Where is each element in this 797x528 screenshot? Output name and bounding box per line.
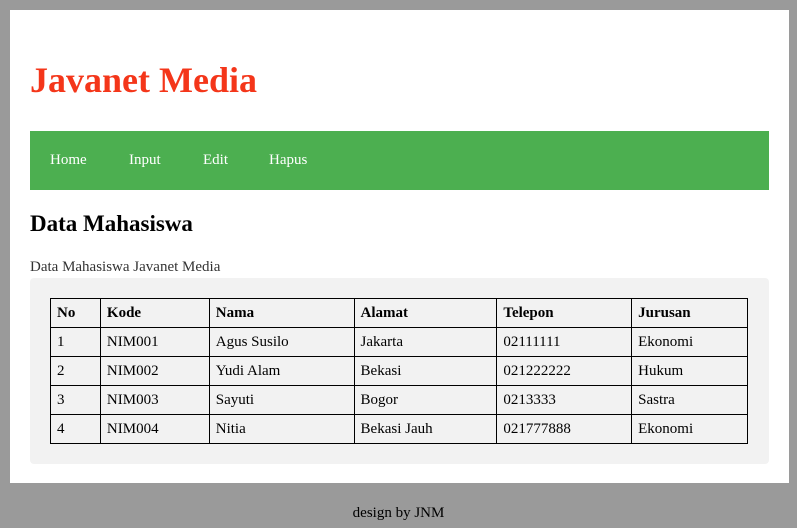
nav-edit-link[interactable]: Edit — [203, 131, 228, 190]
column-header-no: No — [50, 298, 101, 328]
cell-alamat: Bekasi — [353, 356, 498, 386]
cell-alamat: Bogor — [353, 385, 498, 415]
cell-telepon: 021777888 — [496, 414, 633, 444]
cell-telepon: 02111111 — [496, 327, 633, 357]
nav-home-link[interactable]: Home — [50, 131, 87, 190]
student-table: No Kode Nama Alamat Telepon Jurusan 1 NI… — [50, 298, 748, 444]
cell-alamat: Bekasi Jauh — [353, 414, 498, 444]
cell-nama: Sayuti — [208, 385, 355, 415]
table-row: 1 NIM001 Agus Susilo Jakarta 02111111 Ek… — [50, 327, 748, 357]
cell-kode: NIM001 — [99, 327, 210, 357]
cell-jurusan: Ekonomi — [631, 327, 748, 357]
column-header-telepon: Telepon — [496, 298, 633, 328]
cell-no: 2 — [50, 356, 101, 386]
column-header-nama: Nama — [208, 298, 355, 328]
site-title: Javanet Media — [30, 60, 257, 100]
page-container: Javanet Media Home Input Edit Hapus Data… — [10, 10, 789, 483]
table-panel: No Kode Nama Alamat Telepon Jurusan 1 NI… — [30, 278, 769, 464]
table-header-row: No Kode Nama Alamat Telepon Jurusan — [50, 298, 748, 328]
nav-hapus-link[interactable]: Hapus — [269, 131, 307, 190]
cell-nama: Yudi Alam — [208, 356, 355, 386]
navbar: Home Input Edit Hapus — [30, 131, 769, 190]
column-header-alamat: Alamat — [353, 298, 498, 328]
cell-no: 3 — [50, 385, 101, 415]
cell-kode: NIM003 — [99, 385, 210, 415]
cell-nama: Nitia — [208, 414, 355, 444]
nav-input-link[interactable]: Input — [129, 131, 161, 190]
cell-kode: NIM002 — [99, 356, 210, 386]
cell-no: 1 — [50, 327, 101, 357]
table-row: 4 NIM004 Nitia Bekasi Jauh 021777888 Eko… — [50, 414, 748, 444]
column-header-jurusan: Jurusan — [631, 298, 748, 328]
table-row: 3 NIM003 Sayuti Bogor 0213333 Sastra — [50, 385, 748, 415]
cell-telepon: 0213333 — [496, 385, 633, 415]
cell-jurusan: Sastra — [631, 385, 748, 415]
page-subtitle: Data Mahasiswa Javanet Media — [30, 259, 221, 275]
cell-alamat: Jakarta — [353, 327, 498, 357]
cell-jurusan: Ekonomi — [631, 414, 748, 444]
cell-telepon: 021222222 — [496, 356, 633, 386]
cell-jurusan: Hukum — [631, 356, 748, 386]
column-header-kode: Kode — [99, 298, 210, 328]
footer-credit: design by JNM — [352, 505, 445, 521]
cell-no: 4 — [50, 414, 101, 444]
cell-kode: NIM004 — [99, 414, 210, 444]
table-row: 2 NIM002 Yudi Alam Bekasi 021222222 Huku… — [50, 356, 748, 386]
page-title: Data Mahasiswa — [30, 211, 193, 236]
cell-nama: Agus Susilo — [208, 327, 355, 357]
